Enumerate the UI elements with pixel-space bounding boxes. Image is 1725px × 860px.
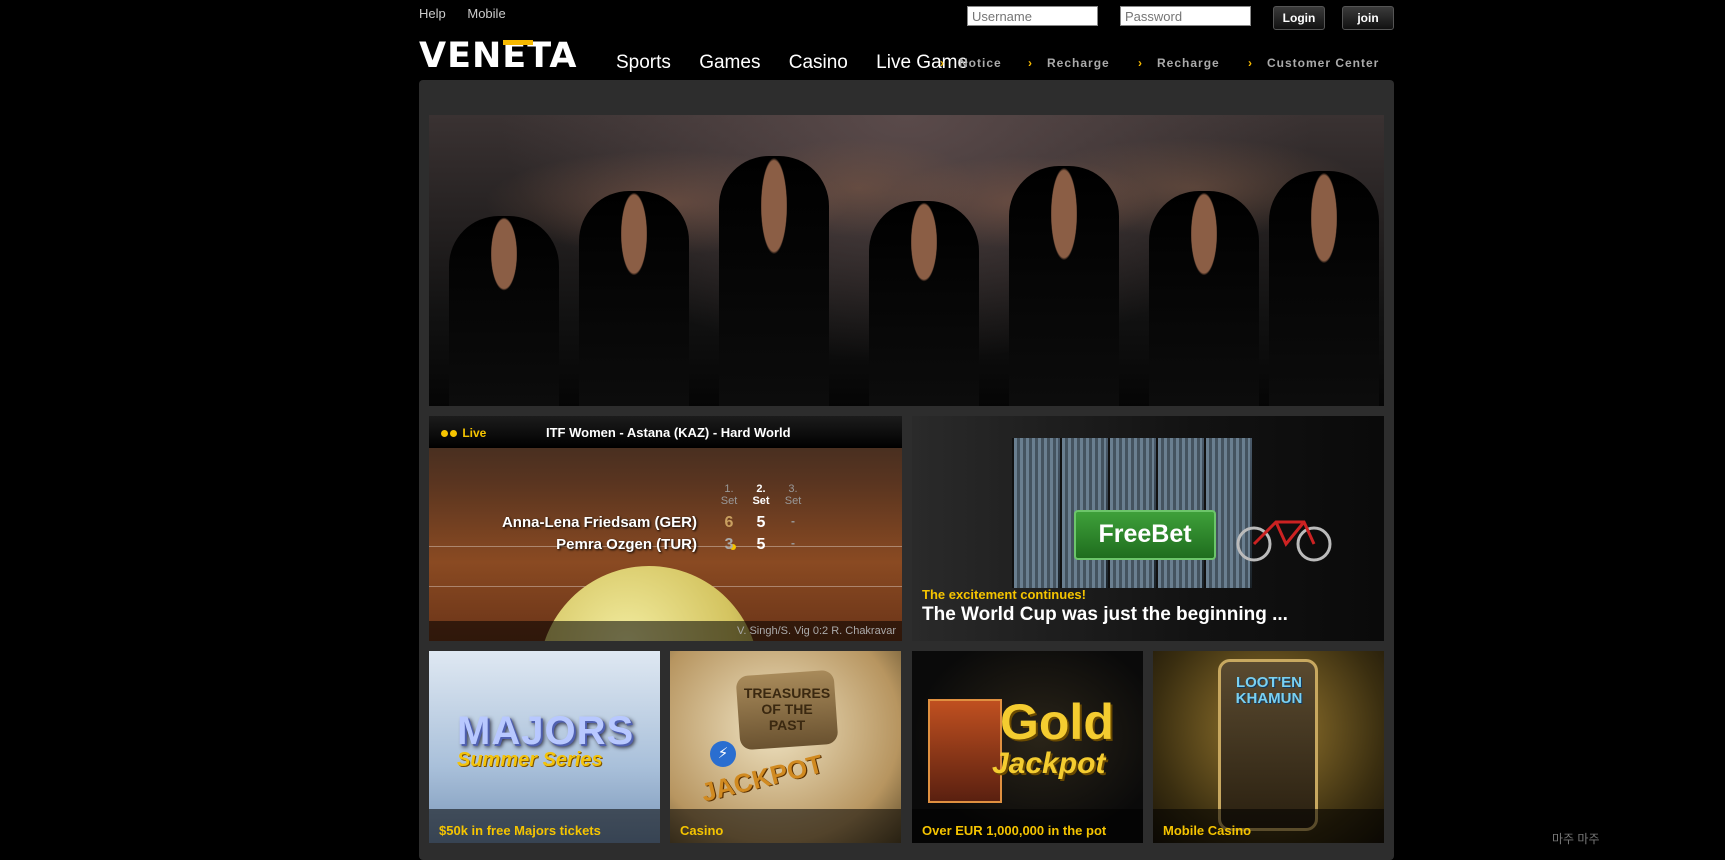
subnav-recharge-2[interactable]: › Recharge (1138, 56, 1220, 70)
hero-figure (1269, 171, 1379, 406)
set-label: Set (752, 495, 770, 507)
hero-figure (579, 191, 689, 406)
promo-caption: Casino (670, 809, 901, 843)
chevron-right-icon: › (1138, 56, 1143, 70)
subnav-notice[interactable]: › Notice (940, 56, 1002, 70)
password-input[interactable] (1120, 6, 1251, 26)
subnav-label: Recharge (1157, 56, 1220, 70)
username-input[interactable] (967, 6, 1098, 26)
subnav-recharge-1[interactable]: › Recharge (1028, 56, 1110, 70)
join-button[interactable]: join (1342, 6, 1394, 30)
login-button[interactable]: Login (1273, 6, 1325, 30)
main-nav: Sports Games Casino Live Game (616, 52, 991, 74)
promo-caption: $50k in free Majors tickets (429, 809, 660, 843)
chevron-right-icon: › (1028, 56, 1033, 70)
live-match-widget[interactable]: Live ITF Women - Astana (KAZ) - Hard Wor… (429, 416, 902, 641)
live-match-header: Live ITF Women - Astana (KAZ) - Hard Wor… (429, 416, 902, 448)
promo-art-title: TREASURES OF THE PAST (743, 685, 831, 733)
promo-art-subtitle: Summer Series (457, 749, 603, 771)
player1-set1-score: 6 (724, 514, 734, 531)
match-title: ITF Women - Astana (KAZ) - Hard World (546, 425, 791, 440)
subnav-label: Recharge (1047, 56, 1110, 70)
promo-tile-mobile-casino[interactable]: LOOT'EN KHAMUN Mobile Casino (1153, 651, 1384, 843)
promo-tile-casino[interactable]: TREASURES OF THE PAST ⚡ JACKPOT Casino (670, 651, 901, 843)
set-header-3: 3. Set (780, 483, 806, 507)
logo-accent-bar (503, 40, 533, 45)
player1-set3-score: - (791, 514, 795, 528)
hero-figure (869, 201, 979, 406)
corner-text: 마주 마주 (1552, 832, 1600, 846)
hero-figure (449, 216, 559, 406)
set-header-1: 1. Set (716, 483, 742, 507)
live-label: Live (462, 426, 487, 440)
freebet-banner[interactable]: FreeBet The excitement continues! The Wo… (912, 416, 1384, 641)
freebet-button[interactable]: FreeBet (1074, 510, 1216, 560)
player2-set2-score: 5 (756, 536, 766, 553)
top-links: Help Mobile (419, 6, 524, 21)
subnav-customer-center[interactable]: › Customer Center (1248, 56, 1379, 70)
set-number: 2. (756, 483, 766, 495)
promo-caption: Mobile Casino (1153, 809, 1384, 843)
set-header-2: 2. Set (748, 483, 774, 507)
set-label: Set (720, 495, 738, 507)
live-dot-icon (450, 430, 457, 437)
chevron-right-icon: › (1248, 56, 1253, 70)
help-link[interactable]: Help (419, 6, 446, 21)
nav-sports[interactable]: Sports (616, 52, 671, 73)
player2-set1-score: 3 (724, 536, 734, 553)
set-number: 1. (724, 483, 734, 495)
hero-figure (1009, 166, 1119, 406)
promo-art-title: Gold (1000, 694, 1114, 750)
player2-set3-score: - (791, 536, 795, 550)
mobile-link[interactable]: Mobile (467, 6, 505, 21)
page: Help Mobile Login join VENETA Sports Gam… (0, 0, 1725, 860)
set-label: Set (784, 495, 802, 507)
subnav-label: Notice (959, 56, 1002, 70)
live-dot-icon (441, 430, 448, 437)
player1-set2-score: 5 (756, 514, 766, 531)
hero-banner[interactable] (429, 115, 1384, 406)
locker (1012, 438, 1058, 588)
promo-art-title: MAJORS (457, 709, 635, 753)
promo-art-subtitle: Jackpot (992, 747, 1106, 780)
lightning-icon: ⚡ (710, 741, 736, 767)
site-logo[interactable]: VENETA (419, 36, 577, 76)
hero-figure (719, 156, 829, 406)
nav-games[interactable]: Games (699, 52, 760, 73)
nav-casino[interactable]: Casino (789, 52, 848, 73)
set-number: 3. (788, 483, 798, 495)
other-match-ticker: V. Singh/S. Vig 0:2 R. Chakravar (429, 621, 902, 641)
promo-tile-gold-jackpot[interactable]: Gold Jackpot Over EUR 1,000,000 in the p… (912, 651, 1143, 843)
bicycle-icon (1236, 520, 1332, 562)
live-badge: Live (441, 426, 486, 440)
promo-tile-majors[interactable]: MAJORS Summer Series $50k in free Majors… (429, 651, 660, 843)
chevron-right-icon: › (940, 56, 945, 70)
freebet-subtitle: The excitement continues! (922, 587, 1086, 602)
promo-art-title: LOOT'EN KHAMUN (1235, 674, 1303, 707)
player-name-1: Anna-Lena Friedsam (GER) (501, 514, 697, 531)
player-name-2: Pemra Ozgen (TUR) (556, 536, 697, 553)
promo-caption: Over EUR 1,000,000 in the pot (912, 809, 1143, 843)
freebet-headline: The World Cup was just the beginning ... (922, 604, 1288, 625)
hero-figure (1149, 191, 1259, 406)
slot-machine-art (928, 699, 1002, 803)
subnav-label: Customer Center (1267, 56, 1380, 70)
